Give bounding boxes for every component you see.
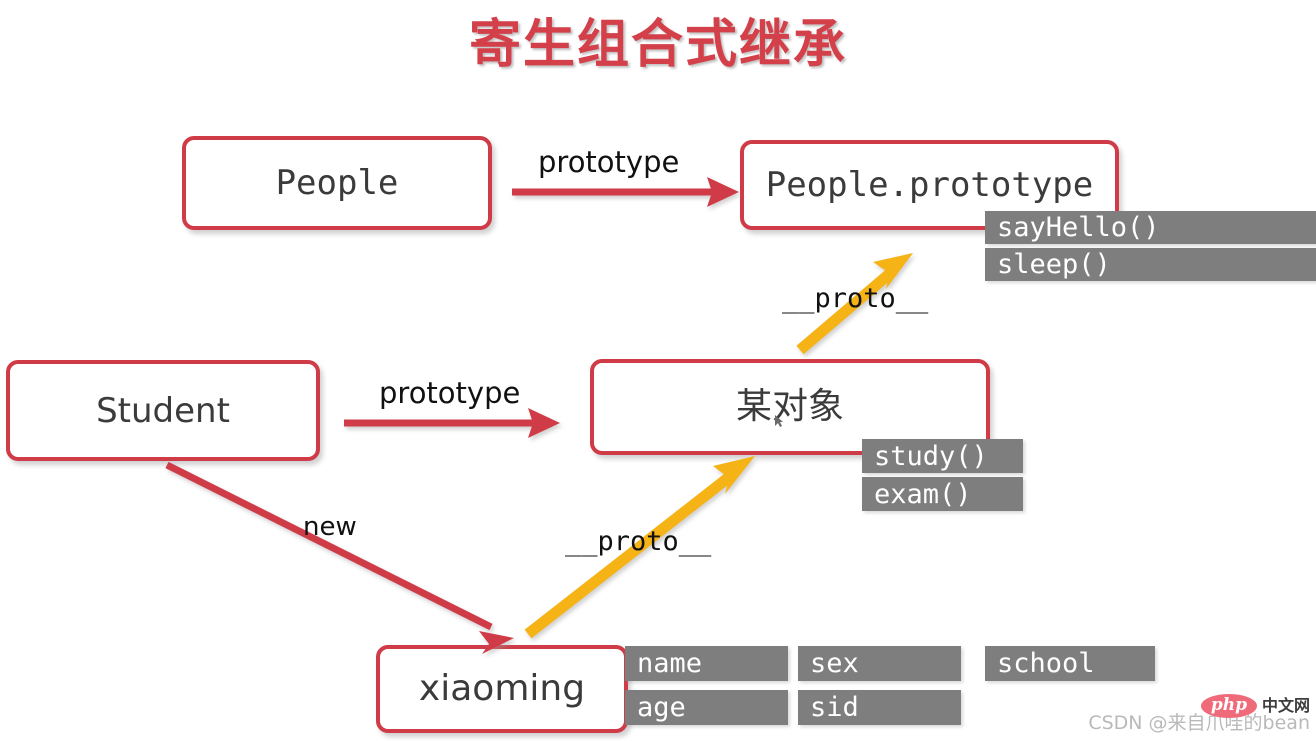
diagram-canvas: 寄生组合式继承 People People.prototype Student … <box>0 0 1316 741</box>
chip-exam-label: exam() <box>874 478 972 510</box>
chip-exam[interactable]: exam() <box>862 477 1023 511</box>
chip-sex-label: sex <box>810 648 859 679</box>
php-logo-text: php <box>1200 694 1257 718</box>
chip-school-label: school <box>997 648 1095 679</box>
chip-age-label: age <box>637 692 686 723</box>
chip-age[interactable]: age <box>625 690 788 725</box>
chip-name[interactable]: name <box>625 646 788 681</box>
edge-label-student-prototype: prototype <box>379 376 521 410</box>
chip-study-label: study() <box>874 440 988 472</box>
chip-sid-label: sid <box>810 692 859 723</box>
arrow-people-to-people-prototype <box>512 177 739 207</box>
chip-school[interactable]: school <box>985 646 1155 681</box>
chip-name-label: name <box>637 648 703 679</box>
chip-sleep[interactable]: sleep() <box>985 248 1316 281</box>
edge-label-xiaoming-proto: __proto__ <box>565 526 712 557</box>
chip-sleep-label: sleep() <box>997 249 1111 280</box>
chip-sayhello-label: sayHello() <box>997 212 1160 243</box>
php-logo: php 中文网 <box>1200 694 1310 718</box>
arrow-student-to-xiaoming <box>165 461 514 654</box>
arrow-student-to-someobject <box>344 408 560 438</box>
edge-label-new: new <box>303 512 357 542</box>
chip-sex[interactable]: sex <box>798 646 961 681</box>
edge-label-people-prototype: prototype <box>538 145 680 179</box>
php-logo-cn-text: 中文网 <box>1261 696 1310 715</box>
chip-study[interactable]: study() <box>862 439 1023 473</box>
chip-sid[interactable]: sid <box>798 690 961 725</box>
arrows-layer <box>165 177 913 654</box>
edge-label-someobject-proto: __proto__ <box>782 283 929 314</box>
chip-sayhello[interactable]: sayHello() <box>985 211 1316 244</box>
mouse-cursor <box>775 415 784 428</box>
